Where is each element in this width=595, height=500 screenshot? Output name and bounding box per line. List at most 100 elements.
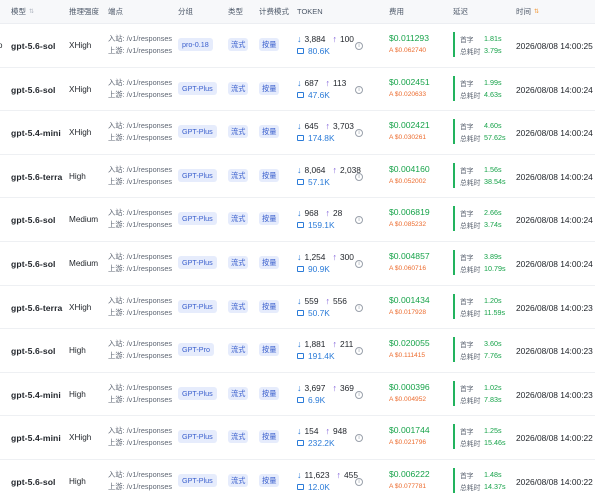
timestamp: 2026/08/08 14:00:22 [516,433,593,444]
sort-desc-icon[interactable]: ⇅ [534,0,539,24]
table-row[interactable]: gpt-5.6-sol Medium 入站: /v1/responses 上游:… [0,198,595,242]
billing-tag: 按量 [259,125,280,139]
cost-detail: A $0.060716 [389,265,427,272]
total-time-label: 总耗时 [460,310,481,318]
total-time: 38.54s [484,176,506,186]
table-row[interactable]: gpt-5.6-sol XHigh 入站: /v1/responses 上游: … [0,68,595,112]
timestamp: 2026/08/08 14:00:24 [516,171,593,182]
timestamp: 2026/08/08 14:00:25 [516,41,593,51]
latency-bar [453,119,455,145]
cost-detail: A $0.085232 [389,221,427,229]
inbound-path: /v1/responses [126,77,173,87]
upstream-path: /v1/responses [126,351,173,361]
cost-detail: A $0.030261 [389,134,427,142]
endpoint-inbound: 入站: /v1/responses [108,426,172,436]
billing-tag: 按量 [259,299,280,313]
upstream-label: 上游: [108,264,125,273]
arrow-up-icon: ↑ [325,121,330,132]
cache-tokens: 50.7K [308,307,330,318]
token-io: ↓ 645 ↑ 3,703 [297,121,354,131]
type-tag: 流式 [228,256,249,269]
info-icon[interactable]: i [355,478,363,486]
inbound-label: 入站: [108,164,125,174]
first-token-label: 首字 [460,211,474,219]
type-tag: 流式 [228,430,249,444]
latency-bar [453,250,455,275]
info-icon[interactable]: i [355,129,363,138]
table-row[interactable]: gpt-5.4-mini XHigh 入站: /v1/responses 上游:… [0,111,595,155]
model-name: gpt-5.4-mini [11,128,61,139]
group-tag: GPT-Plus [178,125,217,139]
inbound-label: 入站: [108,121,125,131]
header-model[interactable]: 模型 ⇅ [11,0,34,24]
info-icon[interactable]: i [355,390,363,399]
info-icon[interactable]: i [355,85,363,94]
type-tag: 流式 [228,38,249,51]
info-icon[interactable]: i [355,42,363,50]
group-tag: GPT-Pro [178,343,214,357]
inbound-path: /v1/responses [126,470,173,479]
cache-icon [297,135,304,142]
info-icon[interactable]: i [355,172,363,181]
total-time-label: 总耗时 [460,179,481,187]
cache-icon [297,440,304,447]
info-icon[interactable]: i [355,347,363,356]
header-token: TOKEN [297,7,323,16]
cost-detail: A $0.017928 [389,308,427,316]
table-row[interactable]: gpt-5.4-mini XHigh 入站: /v1/responses 上游:… [0,416,595,460]
total-time: 14.37s [484,482,506,491]
table-row[interactable]: gpt-5.6-sol Medium 入站: /v1/responses 上游:… [0,242,595,286]
cost-value: $0.001434 [389,294,430,305]
inbound-label: 入站: [108,426,125,436]
first-token-latency: 1.99s [484,77,502,87]
total-time: 57.62s [484,133,506,143]
header-group: 分组 [178,7,193,16]
table-row[interactable]: o gpt-5.6-sol XHigh 入站: /v1/responses 上游… [0,24,595,68]
endpoint-inbound: 入站: /v1/responses [108,296,172,306]
token-io: ↓ 1,881 ↑ 211 [297,339,353,349]
table-row[interactable]: gpt-5.6-terra XHigh 入站: /v1/responses 上游… [0,286,595,330]
type-tag: 流式 [228,299,249,313]
token-cache: 12.0K [297,482,330,492]
first-token-latency: 1.48s [484,470,502,479]
cache-tokens: 80.6K [308,46,330,56]
billing-tag: 按量 [259,343,280,357]
first-token-latency: 1.56s [484,164,502,174]
table-row[interactable]: gpt-5.6-sol High 入站: /v1/responses 上游: /… [0,329,595,373]
table-row[interactable]: gpt-5.6-terra High 入站: /v1/responses 上游:… [0,155,595,199]
cache-icon [297,178,304,185]
type-tag: 流式 [228,125,249,139]
sort-icon[interactable]: ⇅ [29,0,34,24]
info-icon[interactable]: i [355,303,363,312]
upstream-label: 上游: [108,133,125,143]
cost-detail: A $0.004952 [389,395,427,403]
info-icon[interactable]: i [355,260,363,268]
total-time: 4.63s [484,89,502,99]
group-tag: GPT-Plus [178,168,217,182]
cache-tokens: 6.9K [308,394,326,405]
upstream-path: /v1/responses [126,133,173,143]
table-row[interactable]: gpt-5.4-mini High 入站: /v1/responses 上游: … [0,373,595,417]
timestamp: 2026/08/08 14:00:22 [516,477,593,487]
arrow-up-icon: ↑ [336,470,342,480]
cost-detail: A $0.111415 [389,352,426,360]
timestamp: 2026/08/08 14:00:23 [516,346,593,357]
arrow-up-icon: ↑ [332,382,337,393]
cost-value: $0.011293 [389,33,429,43]
first-token-latency: 4.60s [484,121,502,131]
header-time[interactable]: 时间 ⇅ [516,0,539,24]
info-icon[interactable]: i [355,216,363,225]
billing-tag: 按量 [259,474,280,487]
reasoning-effort: XHigh [69,302,92,312]
reasoning-effort: High [69,171,86,181]
cost-value: $0.002421 [389,120,430,131]
reasoning-effort: High [69,477,86,486]
first-token-label: 首字 [460,385,474,393]
token-io: ↓ 154 ↑ 948 [297,426,347,436]
input-tokens: 687 [304,77,319,88]
info-icon[interactable]: i [355,434,363,443]
endpoint-upstream: 上游: /v1/responses [108,308,172,318]
table-row[interactable]: gpt-5.6-sol High 入站: /v1/responses 上游: /… [0,460,595,500]
cache-icon [297,222,304,229]
token-io: ↓ 687 ↑ 113 [297,78,346,88]
